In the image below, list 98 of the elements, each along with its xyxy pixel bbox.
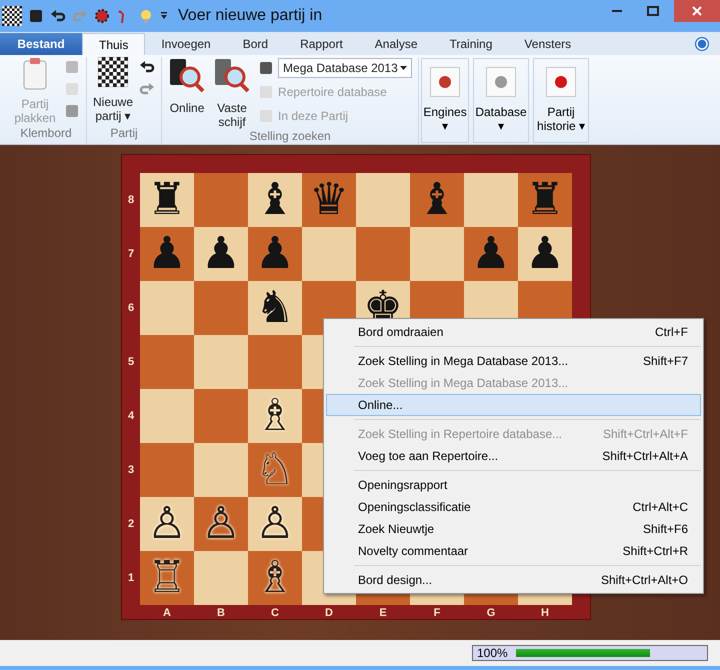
dropdown-icon[interactable]	[160, 11, 168, 21]
ribbon-panel-button[interactable]: Engines ▾	[421, 58, 470, 143]
file-label: B	[216, 606, 226, 621]
close-icon	[692, 6, 702, 16]
chess-piece[interactable]: ♗	[255, 556, 295, 600]
gear-icon[interactable]	[94, 8, 110, 24]
rank-label: 8	[126, 193, 136, 208]
board-square[interactable]: ♙	[248, 497, 302, 551]
file-label: E	[378, 606, 388, 621]
rank-label: 6	[126, 301, 136, 316]
chess-piece[interactable]: ♘	[255, 448, 295, 492]
rank-label: 7	[126, 247, 136, 262]
server-search-icon	[168, 57, 206, 93]
menu-item[interactable]: Bord design... Shift+Ctrl+Alt+O	[326, 569, 701, 591]
file-label: H	[540, 606, 550, 621]
menu-item[interactable]: Online...	[326, 394, 701, 416]
file-label: C	[270, 606, 280, 621]
board-square[interactable]: ♙	[140, 497, 194, 551]
app-logo-icon	[2, 6, 22, 26]
ribbon-tab[interactable]: Analyse	[358, 33, 434, 55]
board-square[interactable]: ♙	[194, 497, 248, 551]
chess-piece[interactable]: ♛	[309, 178, 349, 222]
help-icon[interactable]	[694, 36, 710, 52]
chess-piece[interactable]: ♝	[255, 178, 295, 222]
board-square[interactable]: ♜	[140, 173, 194, 227]
ribbon-tab[interactable]: Training	[434, 33, 508, 55]
chess-piece[interactable]: ♜	[525, 178, 565, 222]
board-square[interactable]: ♜	[518, 173, 572, 227]
menu-item[interactable]: Zoek Stelling in Mega Database 2013... Shift+F7	[326, 350, 701, 372]
rank-label: 2	[126, 517, 136, 532]
database-dropdown[interactable]: Mega Database 2013	[278, 58, 412, 78]
board-square[interactable]: ♟	[248, 227, 302, 281]
undo-icon[interactable]	[50, 8, 66, 24]
file-tab[interactable]: Bestand	[0, 33, 82, 55]
rank-label: 5	[126, 355, 136, 370]
database-search-icon	[213, 57, 252, 93]
chess-piece[interactable]: ♖	[147, 556, 187, 600]
file-label: F	[432, 606, 442, 621]
menu-item[interactable]: Novelty commentaar Shift+Ctrl+R	[326, 540, 701, 562]
redo-icon[interactable]	[72, 8, 88, 24]
board-square[interactable]: ♗	[248, 389, 302, 443]
close-button[interactable]	[674, 0, 720, 22]
bulb-icon[interactable]	[138, 8, 154, 24]
board-square[interactable]: ♘	[248, 443, 302, 497]
disk-button[interactable]: Vaste schijf	[212, 57, 252, 129]
chess-piece[interactable]: ♝	[417, 178, 457, 222]
chess-piece[interactable]: ♙	[255, 502, 295, 546]
board-square[interactable]: ♟	[518, 227, 572, 281]
online-button[interactable]: Online	[168, 57, 206, 129]
new-game-button[interactable]: Nieuwe partij ▾	[93, 57, 134, 126]
ribbon-tab[interactable]: Bord	[226, 33, 284, 55]
clipboard-icon	[21, 57, 49, 91]
board-square[interactable]: ♟	[464, 227, 518, 281]
undo-icon[interactable]	[139, 59, 156, 75]
file-label: G	[486, 606, 496, 621]
board-square[interactable]: ♝	[410, 173, 464, 227]
redo-icon[interactable]	[139, 81, 156, 97]
caret-icon	[400, 66, 408, 70]
file-label: D	[324, 606, 334, 621]
menu-item[interactable]: Openingsrapport	[326, 474, 701, 496]
file-label: A	[162, 606, 172, 621]
rank-label: 3	[126, 463, 136, 478]
group-label: Stelling zoeken	[248, 129, 332, 144]
ribbon-tab[interactable]: Invoegen	[145, 33, 227, 55]
chess-piece[interactable]: ♟	[471, 232, 511, 276]
chessboard-icon	[98, 57, 128, 87]
menu-item[interactable]: Openingsclassificatie Ctrl+Alt+C	[326, 496, 701, 518]
window-title: Voer nieuwe partij in	[178, 7, 322, 25]
ribbon-tab[interactable]: Thuis	[82, 33, 146, 55]
board-square[interactable]: ♟	[140, 227, 194, 281]
ribbon-tab[interactable]: Vensters	[508, 33, 588, 55]
chess-piece[interactable]: ♞	[255, 286, 295, 330]
chess-piece[interactable]: ♟	[201, 232, 241, 276]
minimize-icon	[612, 10, 622, 12]
ribbon-panel-button[interactable]: Partij historie ▾	[533, 58, 590, 143]
chess-piece[interactable]: ♙	[147, 502, 187, 546]
chess-piece[interactable]: ♟	[147, 232, 187, 276]
board-square[interactable]: ♛	[302, 173, 356, 227]
rank-label: 1	[126, 571, 136, 586]
board-square[interactable]: ♞	[248, 281, 302, 335]
maximize-icon	[647, 6, 659, 16]
board-square[interactable]: ♖	[140, 551, 194, 605]
board-square[interactable]: ♝	[248, 173, 302, 227]
rank-label: 4	[126, 409, 136, 424]
group-label: Partij	[109, 126, 139, 142]
progress-reading: 100%	[477, 646, 508, 660]
chess-piece[interactable]: ♗	[255, 394, 295, 438]
menu-item[interactable]: Voeg toe aan Repertoire... Shift+Ctrl+Alt+A	[326, 445, 701, 467]
board-square[interactable]: ♗	[248, 551, 302, 605]
chess-piece[interactable]: ♜	[147, 178, 187, 222]
chess-piece[interactable]: ♟	[525, 232, 565, 276]
group-label: Klembord	[19, 126, 73, 142]
chess-piece[interactable]: ♙	[201, 502, 241, 546]
chess-piece[interactable]: ♟	[255, 232, 295, 276]
board-square[interactable]: ♟	[194, 227, 248, 281]
menu-item[interactable]: Zoek Nieuwtje Shift+F6	[326, 518, 701, 540]
ribbon-panel-button[interactable]: Database ▾	[473, 58, 530, 143]
ribbon-tab[interactable]: Rapport	[284, 33, 359, 55]
